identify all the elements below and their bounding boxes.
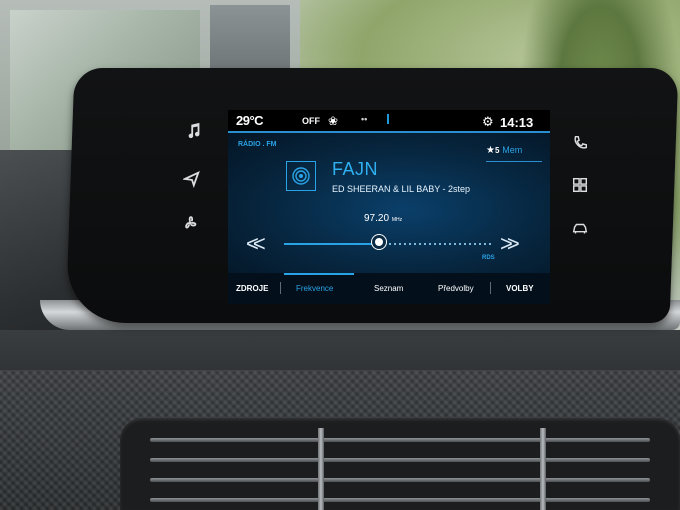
tab-zdroje[interactable]: ZDROJE <box>236 284 268 293</box>
memory-label: Mem <box>502 145 523 155</box>
apps-icon[interactable] <box>566 172 594 198</box>
tab-predvolby[interactable]: Předvolby <box>438 284 474 293</box>
tab-separator <box>490 282 491 294</box>
memory-count: 5 <box>494 146 500 155</box>
fan-icon[interactable] <box>176 210 204 236</box>
vent-slat <box>150 438 650 442</box>
star-icon: ★ <box>486 145 495 156</box>
bottom-tab-bar: ZDROJE Frekvence Seznam Předvolby VOLBY <box>228 273 550 304</box>
frequency-unit: MHz <box>391 217 403 223</box>
tab-separator <box>280 282 281 294</box>
tab-seznam[interactable]: Seznam <box>374 284 403 293</box>
vent-slat <box>150 478 650 482</box>
car-icon[interactable] <box>566 216 594 242</box>
status-separator <box>387 114 389 124</box>
background-glass-panel <box>210 5 290 75</box>
vent-divider <box>318 428 324 510</box>
ac-state[interactable]: OFF <box>302 116 320 126</box>
station-name: FAJN <box>332 159 379 179</box>
active-tab-indicator <box>284 273 354 275</box>
now-playing-text: ED SHEERAN & LIL BABY - 2step <box>332 184 471 194</box>
touchscreen: 29°C OFF ❀ •• ⚙ 14:13 RÁDIO . FM FAJN ED… <box>228 110 550 304</box>
memory-button[interactable]: ★5 Mem <box>486 145 522 156</box>
vent-slat <box>150 498 650 502</box>
seek-forward-button[interactable]: >> <box>500 231 520 257</box>
rds-badge: RDS <box>482 255 495 261</box>
clock: 14:13 <box>500 115 534 130</box>
navigation-icon[interactable] <box>178 166 206 192</box>
tab-frekvence[interactable]: Frekvence <box>296 284 333 293</box>
tab-volby[interactable]: VOLBY <box>506 284 534 293</box>
vent-slat <box>150 458 650 462</box>
memory-underline <box>486 161 542 162</box>
radio-station-icon <box>286 161 316 191</box>
radio-panel: RÁDIO . FM FAJN ED SHEERAN & LIL BABY - … <box>228 133 550 273</box>
music-icon[interactable] <box>180 118 208 144</box>
climate-fan-icon[interactable]: ❀ <box>328 114 338 128</box>
tuning-slider-handle[interactable] <box>371 235 386 249</box>
vent-divider <box>540 428 546 510</box>
source-label: RÁDIO . FM <box>238 141 277 148</box>
frequency-readout: 97.20 MHz <box>364 213 402 224</box>
tuning-scale-fill <box>284 243 379 245</box>
seek-back-button[interactable]: << <box>246 231 266 257</box>
air-vent <box>120 418 680 510</box>
phone-icon[interactable] <box>566 130 594 156</box>
frequency-value: 97.20 <box>364 213 390 224</box>
temperature-readout[interactable]: 29°C <box>236 113 264 128</box>
gear-icon[interactable]: ⚙ <box>482 114 494 130</box>
fan-level-dots: •• <box>361 114 368 124</box>
